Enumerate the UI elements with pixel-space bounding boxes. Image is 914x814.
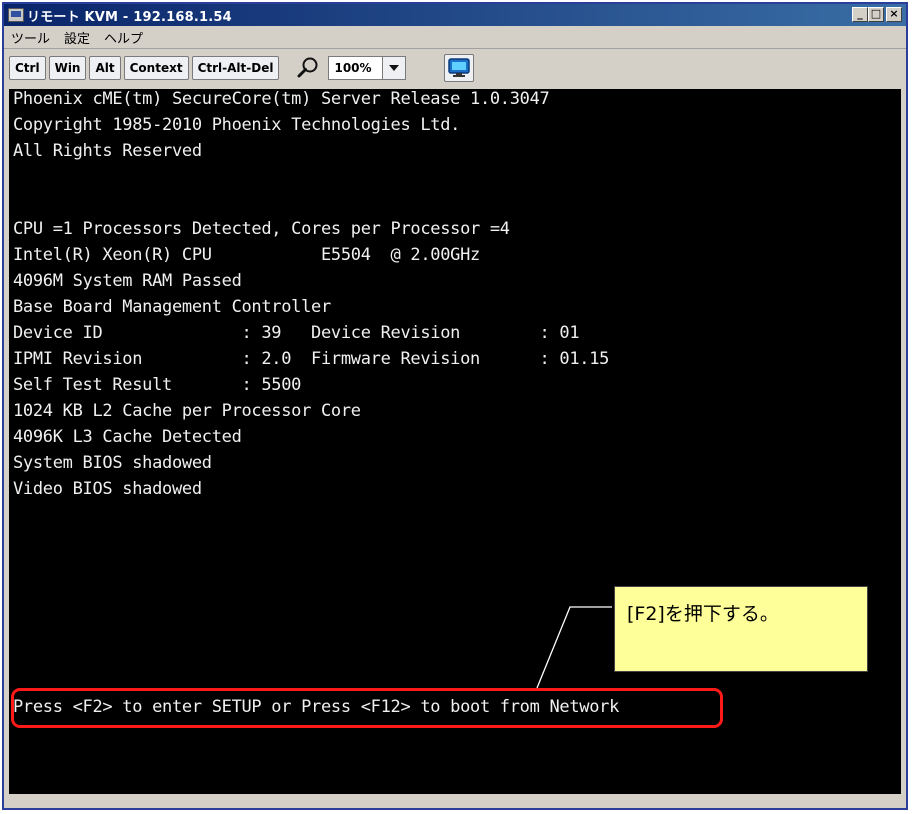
toolbar: Ctrl Win Alt Context Ctrl-Alt-Del 100%: [4, 49, 906, 87]
console-line: Phoenix cME(tm) SecureCore(tm) Server Re…: [13, 89, 550, 109]
close-button[interactable]: ×: [886, 7, 902, 22]
minimize-button[interactable]: _: [852, 7, 868, 22]
menu-tools[interactable]: ツール: [4, 28, 57, 47]
console-line: All Rights Reserved: [13, 141, 202, 161]
console-line: Video BIOS shadowed: [13, 479, 202, 499]
monitor-icon: [448, 58, 471, 77]
win-key-button[interactable]: Win: [48, 56, 87, 80]
window-controls: _ □ ×: [852, 7, 902, 22]
zoom-value: 100%: [334, 61, 372, 75]
console-line: 4096M System RAM Passed: [13, 271, 242, 291]
console-line: Device ID : 39 Device Revision : 01: [13, 323, 580, 343]
console-line: 1024 KB L2 Cache per Processor Core: [13, 401, 361, 421]
kvm-app-icon: [8, 8, 24, 22]
menu-bar: ツール 設定 ヘルプ: [4, 26, 906, 49]
menu-settings[interactable]: 設定: [57, 28, 97, 47]
prompt-highlight-box: [11, 688, 723, 728]
console-line: IPMI Revision : 2.0 Firmware Revision : …: [13, 349, 610, 369]
window-title: リモート KVM - 192.168.1.54: [27, 9, 232, 25]
console-line: Copyright 1985-2010 Phoenix Technologies…: [13, 115, 461, 135]
console-line: Base Board Management Controller: [13, 297, 331, 317]
chevron-down-icon[interactable]: [382, 57, 406, 79]
console-line: Intel(R) Xeon(R) CPU E5504 @ 2.00GHz: [13, 245, 480, 265]
kvm-window: リモート KVM - 192.168.1.54 _ □ × ツール 設定 ヘルプ…: [2, 2, 908, 810]
maximize-button[interactable]: □: [868, 7, 884, 22]
callout-text: [F2]を押下する。: [627, 603, 779, 625]
console-line: 4096K L3 Cache Detected: [13, 427, 242, 447]
ctrl-alt-del-button[interactable]: Ctrl-Alt-Del: [191, 56, 280, 80]
callout-box: [F2]を押下する。: [614, 586, 868, 672]
title-bar[interactable]: リモート KVM - 192.168.1.54 _ □ ×: [4, 4, 906, 26]
zoom-select[interactable]: 100%: [328, 56, 407, 80]
magnifier-icon: [296, 56, 322, 80]
console-line: CPU =1 Processors Detected, Cores per Pr…: [13, 219, 510, 239]
context-key-button[interactable]: Context: [123, 56, 189, 80]
console-line: System BIOS shadowed: [13, 453, 212, 473]
screen-capture-button[interactable]: [444, 54, 475, 82]
alt-key-button[interactable]: Alt: [89, 56, 121, 80]
ctrl-key-button[interactable]: Ctrl: [9, 56, 46, 80]
kvm-console-screen[interactable]: Phoenix cME(tm) SecureCore(tm) Server Re…: [9, 89, 901, 794]
console-line: Self Test Result : 5500: [13, 375, 302, 395]
menu-help[interactable]: ヘルプ: [97, 28, 150, 47]
